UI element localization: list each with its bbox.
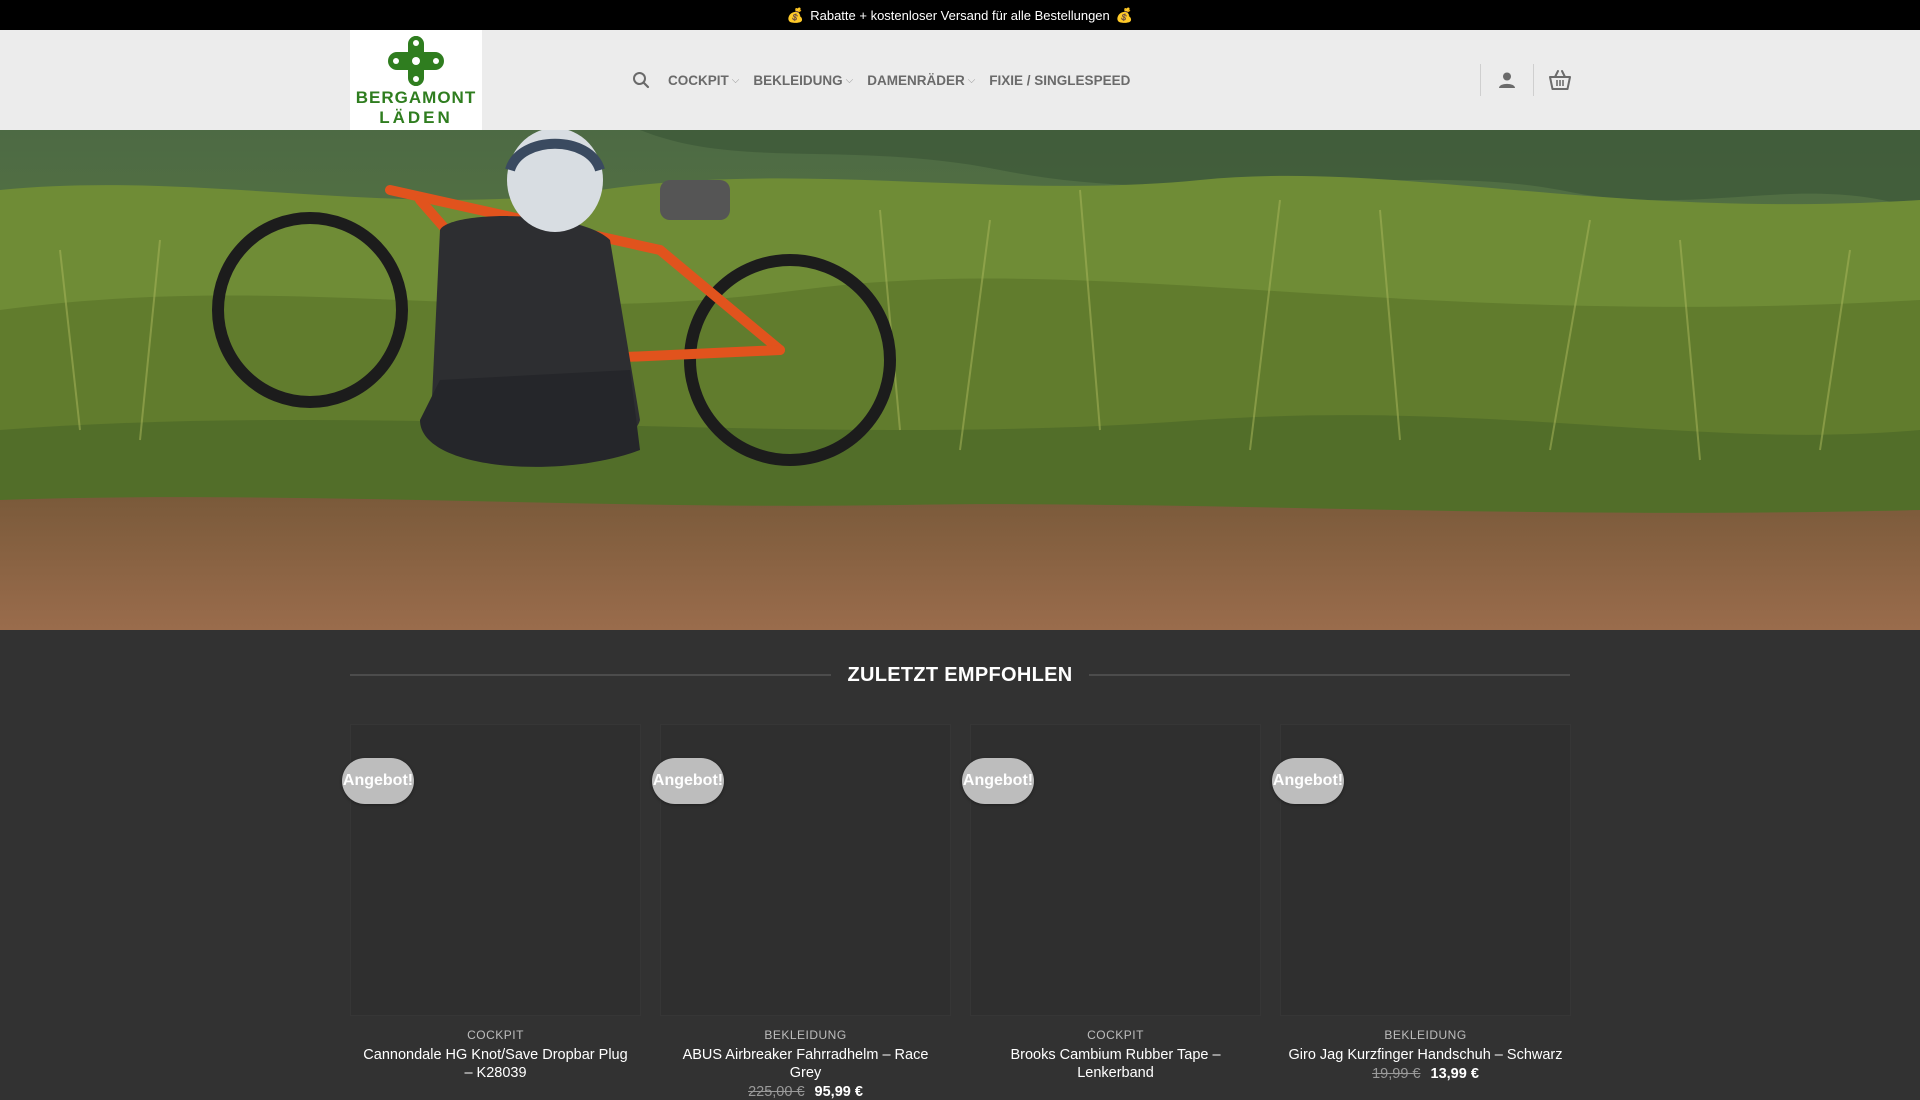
logo-text-line1: BERGAMONT [355,88,477,107]
nav-item-label: DAMENRÄDER [867,72,965,88]
sale-badge: Angebot! [962,758,1034,804]
chevron-down-icon: ⌵ [845,74,854,86]
promo-bar: 💰 Rabatte + kostenloser Versand für alle… [0,0,1920,30]
user-icon [1499,72,1515,88]
nav-item-label: FIXIE / SINGLESPEED [989,72,1131,88]
money-bag-icon: 💰 [786,6,805,23]
product-grid: Angebot! COCKPIT Cannondale HG Knot/Save… [342,724,1571,1100]
nav-item-bekleidung[interactable]: BEKLEIDUNG ⌵ [753,73,853,88]
chevron-down-icon: ⌵ [731,74,740,86]
old-price: 225,00 € [748,1084,805,1100]
nav-item-label: BEKLEIDUNG [753,72,843,88]
logo-text-line2: LÄDEN [379,108,453,127]
chevron-down-icon: ⌵ [967,74,976,86]
sale-badge: Angebot! [342,758,414,804]
sale-price: 95,99 € [814,1084,863,1100]
product-category[interactable]: BEKLEIDUNG [1280,1028,1571,1042]
money-bag-icon: 💰 [1115,6,1134,23]
section-divider-left [350,674,832,676]
promo-text: Rabatte + kostenloser Versand für alle B… [810,7,1110,23]
sale-badge: Angebot! [1272,758,1344,804]
product-category[interactable]: BEKLEIDUNG [660,1028,951,1042]
nav-item-damenraeder[interactable]: DAMENRÄDER ⌵ [867,73,975,88]
search-icon[interactable] [632,71,650,89]
product-title[interactable]: Giro Jag Kurzfinger Handschuh – Schwarz [1280,1046,1571,1064]
product-card[interactable]: Angebot! COCKPIT Brooks Cambium Rubber T… [962,724,1261,1100]
product-price: 225,00 € 95,99 € [660,1084,951,1100]
product-card[interactable]: Angebot! BEKLEIDUNG Giro Jag Kurzfinger … [1272,724,1571,1100]
product-card[interactable]: Angebot! BEKLEIDUNG ABUS Airbreaker Fahr… [652,724,951,1100]
section-divider-right [1088,674,1570,676]
nav-item-cockpit[interactable]: COCKPIT ⌵ [668,73,739,88]
sale-badge: Angebot! [652,758,724,804]
nav-item-fixie-singlespeed[interactable]: FIXIE / SINGLESPEED [989,73,1130,88]
product-title[interactable]: ABUS Airbreaker Fahrradhelm – Race Grey [660,1046,951,1082]
header-actions [1480,30,1586,130]
basket-icon [1549,70,1571,90]
product-category[interactable]: COCKPIT [970,1028,1261,1042]
cart-button[interactable] [1534,30,1586,130]
site-logo[interactable]: BERGAMONT LÄDEN [350,30,482,130]
main-nav: COCKPIT ⌵ BEKLEIDUNG ⌵ DAMENRÄDER ⌵ FIXI… [632,30,1130,130]
section-header: ZULETZT EMPFOHLEN [350,660,1570,690]
product-category[interactable]: COCKPIT [350,1028,641,1042]
nav-item-label: COCKPIT [668,72,729,88]
section-title: ZULETZT EMPFOHLEN [847,663,1073,686]
product-title[interactable]: Cannondale HG Knot/Save Dropbar Plug – K… [350,1046,641,1082]
hero-cyclist-image [0,130,1920,630]
product-card[interactable]: Angebot! COCKPIT Cannondale HG Knot/Save… [342,724,641,1100]
site-header: BERGAMONT LÄDEN COCKPIT ⌵ BEKLEIDUNG ⌵ D… [0,30,1920,130]
product-title[interactable]: Brooks Cambium Rubber Tape – Lenkerband [970,1046,1261,1082]
account-button[interactable] [1481,30,1533,130]
hero-banner [0,130,1920,630]
chain-link-logo-icon [388,36,444,86]
